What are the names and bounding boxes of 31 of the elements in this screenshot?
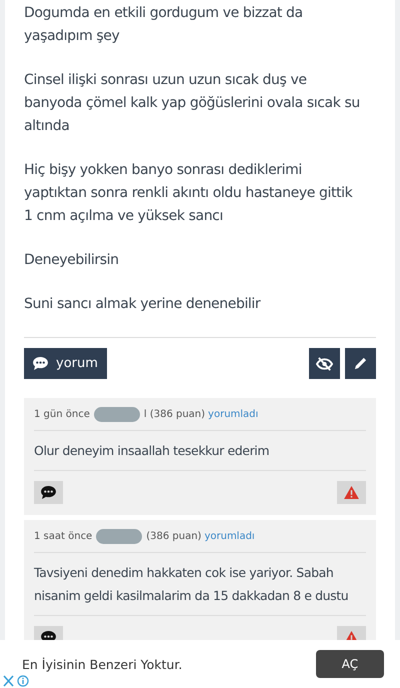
redaction-mark (94, 406, 140, 422)
comment-text: Tavsiyeni denedim hakkaten cok ise yariyor. Sabah (34, 564, 334, 582)
post-text: Dogumda en etkili gordugum ve bizzat da (24, 4, 304, 23)
comment-button[interactable]: yorum (24, 348, 107, 379)
post-text: 1 cnm açılma ve yüksek sancı (24, 207, 224, 226)
post-text: Deneyebilirsin (24, 251, 120, 270)
eye-slash-icon (316, 356, 333, 370)
post-text: yaptıktan sonra renkli akıntı oldu hastaneye gittik (24, 184, 354, 203)
chat-bubble-icon (33, 357, 48, 370)
post-text: Cinsel ilişki sonrası uzun uzun sıcak duş ve (24, 71, 308, 90)
edit-button[interactable] (345, 348, 376, 379)
post-text: banyoda çömel kalk yap göğüslerini ovala sıcak su (24, 94, 361, 113)
comment-text: nisanim geldi kasilmalarim da 15 dakkadan 8 e dustu (34, 587, 350, 605)
comment-author-points: l (386 puan) (144, 408, 206, 420)
chat-bubble-icon (41, 486, 56, 499)
post-text: yaşadıpım şey (24, 27, 120, 46)
comment-time: 1 saat önce (34, 530, 92, 542)
ad-text: En İyisinin Benzeri Yoktur. (22, 656, 184, 672)
post-text: altında (24, 117, 70, 136)
warning-icon (344, 486, 359, 499)
open-button[interactable]: AÇ (316, 650, 384, 678)
report-button[interactable] (337, 481, 366, 504)
redaction-mark (96, 528, 142, 544)
reply-button[interactable] (34, 481, 63, 504)
pencil-icon (354, 357, 367, 370)
comment-author-points: (386 puan) (146, 530, 202, 542)
post-text: Hiç bişy yokken banyo sonrası dediklerimi (24, 161, 303, 180)
comment-time: 1 gün önce (34, 408, 90, 420)
hide-button[interactable] (309, 348, 340, 379)
post-text: Suni sancı almak yerine denenebilir (24, 295, 262, 314)
comment-text: Olur deneyim insaallah tesekkur ederim (34, 442, 270, 460)
